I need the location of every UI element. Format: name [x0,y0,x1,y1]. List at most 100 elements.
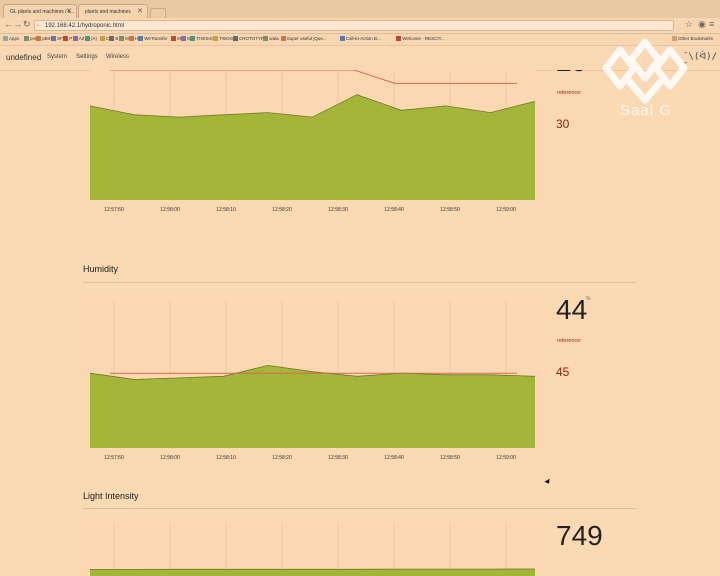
bookmark-favicon-icon [128,36,134,42]
bookmark-favicon-icon [119,36,124,42]
humidity-reference-value: 45 [556,365,570,379]
bookmark-label: P [69,36,73,41]
x-tick-label: 12:57:50 [104,455,124,461]
bookmark-star-icon[interactable]: ☆ [685,19,693,30]
bookmark-label: THESIS [196,36,213,41]
humidity-reference-label: reference: [557,338,582,344]
bookmark-item[interactable]: WeTransfer [138,36,168,42]
x-tick-label: 12:59:00 [496,207,516,213]
bookmark-item[interactable]: H [128,36,138,42]
app-brand[interactable]: undefined [6,53,41,62]
light-chart [90,522,536,576]
tab-label: GL plants and machines / s... [10,9,75,15]
plot-background [90,522,535,576]
humidity-unit: % [586,296,591,302]
bookmark-favicon-icon [63,36,69,42]
bookmark-favicon-icon [24,36,29,42]
bookmark-item[interactable]: CROTOTYPE [233,36,267,42]
bookmark-item[interactable]: Super useful jQue... [280,36,327,42]
watermark-text: Saal G [620,102,672,119]
bookmark-label: (A) [91,36,97,41]
bookmark-item[interactable]: Call-to-Action B... [339,36,381,42]
bookmark-label: AZ [78,36,85,41]
x-tick-label: 12:58:30 [328,455,348,461]
x-tick-label: 12:59:00 [496,455,516,461]
bookmark-item[interactable]: P [63,36,73,42]
humidity-current-value: 44 [556,294,588,325]
bookmark-favicon-icon [280,36,286,42]
bookmark-favicon-icon [99,36,105,42]
bookmark-label: WeTransfer [144,36,168,41]
reload-icon[interactable]: ↻ [23,19,31,30]
bookmark-favicon-icon [263,36,269,42]
bookmark-favicon-icon [138,36,144,42]
close-icon[interactable]: ✕ [66,5,72,18]
bookmark-item[interactable]: pBm [36,36,51,42]
section-divider [83,282,636,283]
bookmark-item[interactable]: pm [24,36,36,42]
bookmark-favicon-icon [171,36,177,42]
bookmark-item[interactable]: (A) [85,36,97,42]
bookmark-item[interactable]: AZ [72,36,85,42]
bookmark-label: B [115,36,119,41]
x-tick-label: 12:58:10 [216,455,236,461]
extension-icon[interactable]: ◉ [698,19,706,30]
bookmark-label: Welcome - RESCIT... [402,36,445,41]
bookmark-favicon-icon [72,36,78,42]
x-tick-label: 12:58:40 [384,207,404,213]
x-tick-label: 12:58:00 [160,207,180,213]
bookmark-favicon-icon [109,36,115,42]
bookmark-item[interactable]: G [180,36,190,42]
bookmark-item[interactable]: THESIS [190,36,213,42]
x-tick-label: 12:58:20 [272,455,292,461]
nav-item-system[interactable]: System [47,54,67,60]
bookmark-label: Call-to-Action B... [345,36,381,41]
x-tick-label: 12:58:50 [440,455,460,461]
x-tick-label: 12:58:30 [328,207,348,213]
bookmark-item[interactable]: M [119,36,129,42]
section-divider [83,508,636,509]
bookmark-apps[interactable]: Apps [3,36,19,42]
bookmark-favicon-icon [180,36,186,42]
bookmark-favicon-icon [36,36,42,42]
tab-plants-machines-2[interactable]: plants and machines ✕ [78,4,148,18]
bookmark-item[interactable]: Welcome - RESCIT... [396,36,445,42]
humidity-chart: 12:57:50 12:58:00 12:58:10 12:58:20 12:58:30… [89,300,536,461]
nav-item-settings[interactable]: Settings [76,54,98,60]
bookmark-item[interactable]: C [99,36,109,42]
light-current-value: 749 [556,520,603,551]
menu-icon[interactable]: ≡ [709,19,714,29]
x-tick-label: 12:58:50 [440,207,460,213]
bookmark-item[interactable]: SF [51,36,63,42]
tab-plants-machines-1[interactable]: GL plants and machines / s... ✕ [3,4,77,18]
bookmark-item[interactable]: B [109,36,119,42]
bookmark-favicon-icon [396,36,402,42]
x-tick-label: 12:58:00 [160,455,180,461]
apps-icon [3,36,8,42]
tab-label: plants and machines [85,9,131,15]
bookmark-favicon-icon [190,36,196,42]
bookmark-item[interactable]: wala [263,36,279,42]
temperature-reference-value: 30 [556,117,570,131]
humidity-section-title: Humidity [83,264,119,274]
back-icon[interactable]: ← [4,19,13,29]
nav-item-wireless[interactable]: Wireless [106,54,129,60]
light-section-title: Light Intensity [83,491,139,501]
bookmark-favicon-icon [339,36,345,42]
close-icon[interactable]: ✕ [137,5,143,18]
temperature-reference-label: reference: [557,90,582,96]
temperature-chart: 12:57:50 12:58:00 12:58:10 12:58:20 12:58:30… [89,70,536,213]
x-tick-label: 12:58:40 [384,455,404,461]
x-tick-label: 12:58:10 [216,207,236,213]
bookmark-item[interactable]: M [171,36,181,42]
forward-icon[interactable]: → [13,19,22,29]
bookmark-label: SF [57,36,63,41]
x-tick-label: 12:57:50 [104,207,124,213]
browser-tab-strip: GL plants and machines / s... ✕ plants a… [0,0,720,19]
mouse-cursor-icon [544,478,552,486]
bookmark-label: wala [269,36,279,41]
bookmark-favicon-icon [51,36,56,42]
page-info-icon[interactable]: ▫ [37,21,39,32]
bookmark-favicon-icon [213,36,218,42]
address-bar[interactable]: ▫ 192.168.42.1/hydroponic.html [34,20,674,31]
